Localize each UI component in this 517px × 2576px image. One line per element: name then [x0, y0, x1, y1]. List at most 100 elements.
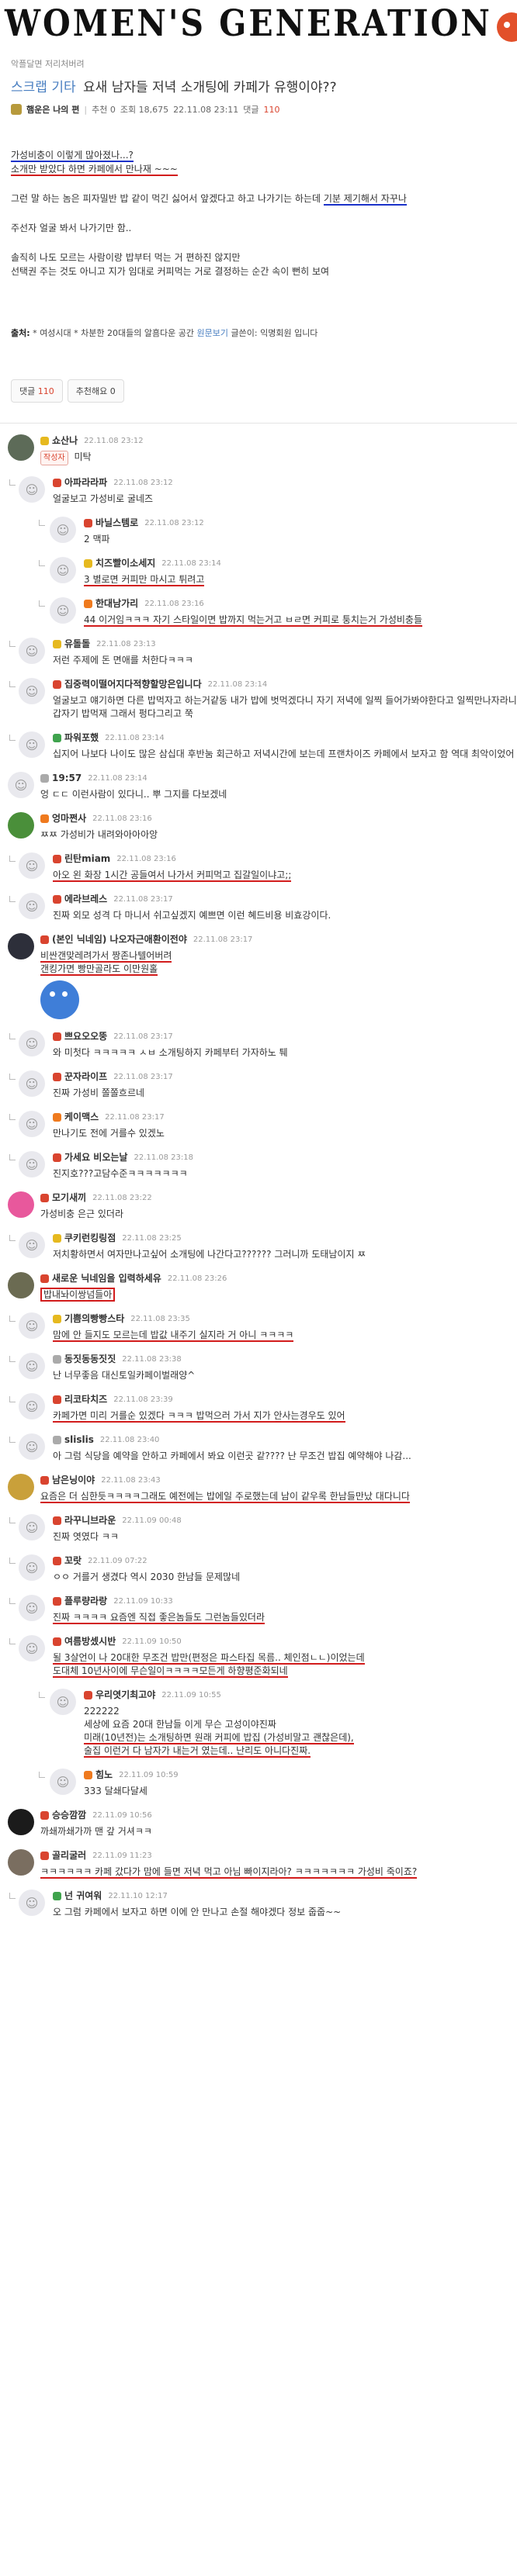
comment-nick[interactable]: 리코타치즈 — [64, 1393, 107, 1406]
comment-nick[interactable]: 쇼산나 — [52, 434, 78, 448]
comment-nick[interactable]: 가세요 비오는날 — [64, 1151, 127, 1164]
comment-item: 쇼산나 22.11.08 23:12 작성자 미탁 — [8, 434, 517, 465]
avatar[interactable]: ☺ — [19, 731, 45, 758]
avatar[interactable] — [8, 434, 34, 461]
avatar[interactable]: ☺ — [19, 678, 45, 704]
post-comments-count[interactable]: 110 — [264, 105, 280, 115]
comment-nick[interactable]: 에라브레스 — [64, 893, 107, 906]
recommend-button[interactable]: 추천해요 0 — [67, 379, 124, 403]
comment-nick[interactable]: 치즈빨이소세지 — [95, 557, 155, 570]
comment-body: 저치황하면서 여자만나고싶어 소개팅에 나간다고?????? 그러니까 도태남이… — [53, 1249, 366, 1260]
avatar[interactable]: ☺ — [19, 638, 45, 664]
avatar[interactable] — [8, 1272, 34, 1298]
avatar[interactable]: ☺ — [19, 1393, 45, 1419]
avatar[interactable]: ☺ — [19, 1595, 45, 1621]
author-level-icon — [11, 104, 22, 115]
comment-nick[interactable]: 골리굴러 — [52, 1849, 86, 1862]
level-icon — [84, 559, 92, 568]
avatar[interactable] — [8, 1849, 34, 1876]
avatar[interactable]: ☺ — [19, 1353, 45, 1379]
comment-nick[interactable]: 승승깜깜 — [52, 1809, 86, 1822]
comment-nick[interactable]: 꼬랏 — [64, 1554, 82, 1568]
reply-arrow-icon — [9, 1033, 16, 1039]
reply-arrow-icon — [39, 1772, 45, 1778]
comment-nick[interactable]: 린탄miam — [64, 852, 110, 866]
comment-nick[interactable]: 쁘요오오뚱 — [64, 1030, 107, 1043]
avatar[interactable]: ☺ — [19, 852, 45, 879]
comment-nick[interactable]: 꾼자라이프 — [64, 1070, 107, 1084]
comment-nick[interactable]: 라꾸니브라운 — [64, 1514, 116, 1527]
avatar[interactable] — [8, 812, 34, 838]
comment-nick[interactable]: 집중력이떨어지다적향할망은입니다 — [64, 678, 202, 691]
comment-body: 진지호???고담수준ㅋㅋㅋㅋㅋㅋㅋ — [53, 1168, 188, 1179]
comment-nick[interactable]: 한대남가리 — [95, 597, 138, 610]
comment-nick[interactable]: 플루량라랑 — [64, 1595, 107, 1608]
comment-nick[interactable]: 힘노 — [95, 1769, 113, 1782]
avatar[interactable]: ☺ — [19, 1514, 45, 1540]
post-author[interactable]: 햄운은 나의 편 — [26, 103, 79, 116]
comment-nick[interactable]: 동짓동동짓짓 — [64, 1353, 116, 1366]
avatar[interactable]: ☺ — [19, 1070, 45, 1097]
comment-text: 카페가면 미리 거를순 있겠다 ㅋㅋㅋ 밥먹으러 가서 지가 안사는경우도 있어 — [53, 1409, 517, 1423]
level-icon — [53, 895, 61, 904]
avatar[interactable]: ☺ — [19, 1111, 45, 1137]
avatar[interactable]: ☺ — [19, 476, 45, 503]
avatar[interactable]: ☺ — [50, 517, 76, 543]
comment-nick[interactable]: 케이맥스 — [64, 1111, 99, 1124]
avatar[interactable]: ☺ — [19, 1151, 45, 1177]
avatar[interactable]: ☺ — [8, 772, 34, 798]
avatar[interactable]: ☺ — [19, 1030, 45, 1056]
avatar[interactable]: ☺ — [50, 1769, 76, 1795]
comment-nick[interactable]: 바닐스템로 — [95, 517, 138, 530]
meta-divider: | — [84, 104, 88, 115]
source-link[interactable]: 원문보기 — [197, 328, 228, 338]
level-icon — [53, 1355, 61, 1364]
post-title: 스크랩 기타 요새 남자들 저녁 소개팅에 카페가 유행이야?? — [11, 76, 506, 95]
comment-nick[interactable]: 아파라라파 — [64, 476, 107, 489]
avatar[interactable]: ☺ — [50, 557, 76, 583]
avatar[interactable] — [8, 1474, 34, 1500]
comment-nick[interactable]: 여름방셌시반 — [64, 1635, 116, 1648]
comment-head: 에라브레스 22.11.08 23:17 — [53, 893, 517, 906]
comment-body: 222222 — [84, 1706, 120, 1717]
comment-nick[interactable]: 엉마쩐사 — [52, 812, 86, 825]
comment-nick[interactable]: 새로운 닉네임을 입력하세유 — [52, 1272, 161, 1285]
avatar[interactable]: ☺ — [19, 1635, 45, 1661]
comment-item: ☺ 치즈빨이소세지 22.11.08 23:14 3 별로면 커피만 마시고 튀… — [39, 557, 517, 586]
comment-nick[interactable]: 유돌돌 — [64, 638, 90, 651]
board-breadcrumb[interactable]: 악플달면 저리처버려 — [11, 57, 506, 70]
comment-nick[interactable]: (본인 닉네임) 나오자근애환이전야 — [52, 933, 187, 946]
avatar[interactable]: ☺ — [19, 1554, 45, 1581]
comment-nick[interactable]: 기쁨의빵빵스타 — [64, 1312, 124, 1326]
avatar[interactable]: ☺ — [19, 893, 45, 919]
comment-time: 22.11.09 10:55 — [161, 1691, 221, 1699]
avatar[interactable] — [8, 1809, 34, 1835]
avatar[interactable]: ☺ — [50, 597, 76, 624]
comment-nick[interactable]: slislis — [64, 1433, 94, 1447]
comment-nick[interactable]: 파워포했 — [64, 731, 99, 745]
comment-nick[interactable]: 남은닝이야 — [52, 1474, 95, 1487]
comment-nick[interactable]: 쿠키런킹링점 — [64, 1232, 116, 1245]
avatar[interactable]: ☺ — [19, 1433, 45, 1460]
comment-time: 22.11.08 23:17 — [105, 1113, 165, 1122]
brand-logo-icon[interactable] — [497, 12, 517, 42]
reply-arrow-icon — [9, 856, 16, 862]
avatar[interactable] — [8, 1191, 34, 1218]
avatar[interactable]: ☺ — [19, 1232, 45, 1258]
avatar[interactable] — [8, 933, 34, 960]
avatar[interactable]: ☺ — [19, 1312, 45, 1339]
comment-body-2: 갠킹가면 빵만골라도 이만원홀 — [40, 963, 158, 976]
comment-nick[interactable]: 19:57 — [52, 772, 82, 785]
writer-badge: 작성자 — [40, 451, 68, 465]
avatar[interactable]: ☺ — [50, 1689, 76, 1715]
avatar[interactable]: ☺ — [19, 1890, 45, 1916]
comment-body: ㅉㅉ 가성비가 내려와아아아앙 — [40, 829, 158, 840]
comment-item: ☺ 힘노 22.11.09 10:59 333 달쇄다달세 — [39, 1769, 517, 1798]
comment-nick[interactable]: 모기새끼 — [52, 1191, 86, 1205]
comment-item: ☺ 파워포했 22.11.08 23:14 십지어 나보다 나이도 많은 삼십대… — [9, 731, 517, 761]
comment-nick[interactable]: 우리엿기최고야 — [95, 1689, 155, 1702]
comments-button[interactable]: 댓글 110 — [11, 379, 63, 403]
comment-body: 저런 주제에 돈 면애를 처한다ㅋㅋㅋ — [53, 655, 193, 666]
comment-nick[interactable]: 넌 귀여워 — [64, 1890, 102, 1903]
comment-item: ☺ 에라브레스 22.11.08 23:17 진짜 외모 성격 다 마니서 쉬고… — [9, 893, 517, 922]
